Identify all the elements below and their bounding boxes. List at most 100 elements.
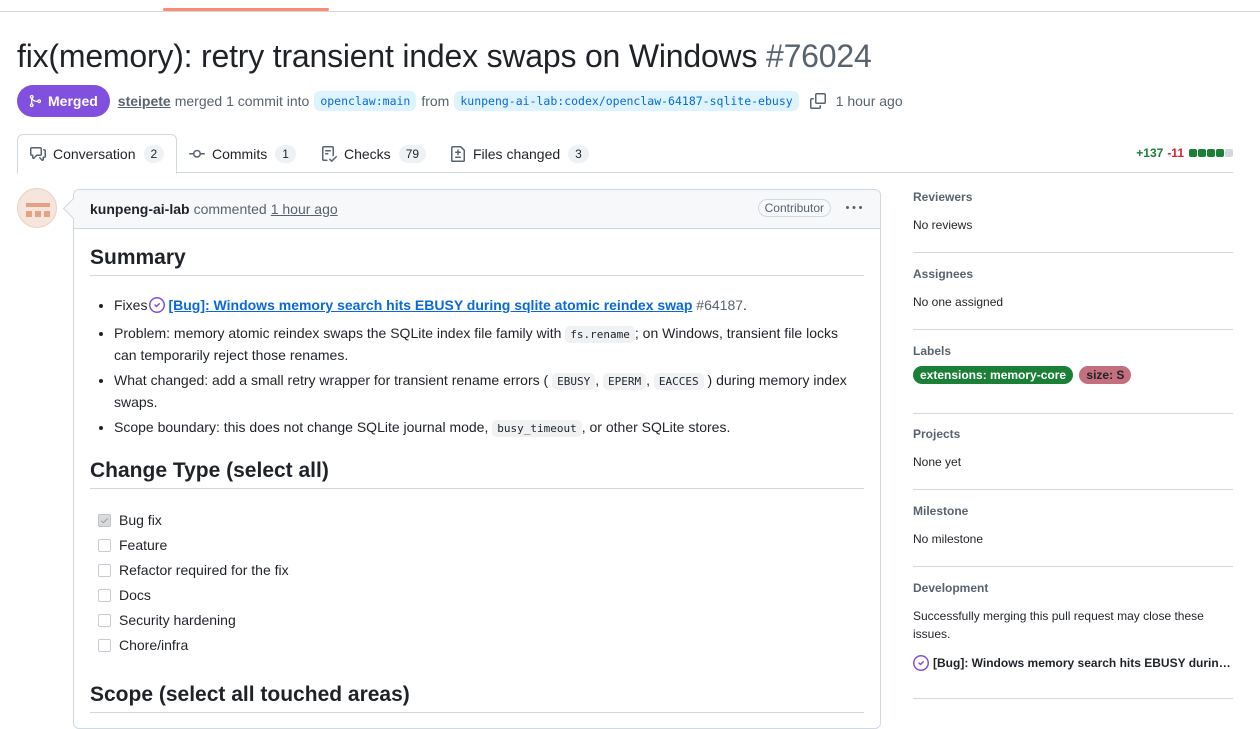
task-list-item: Docs [98, 583, 698, 608]
linked-issue-link[interactable]: [Bug]: Windows memory search hits EBUSY … [168, 297, 692, 313]
copy-icon[interactable] [809, 93, 826, 109]
comment-discussion-icon [30, 147, 46, 161]
comma: , [646, 372, 650, 388]
diffstat[interactable]: +137 -11 [1136, 146, 1233, 160]
label-size-s[interactable]: size: S [1079, 366, 1132, 384]
changed-text: What changed: add a small retry wrapper … [114, 372, 549, 388]
tab-commits[interactable]: Commits 1 [189, 134, 296, 173]
kebab-horizontal-icon[interactable] [846, 200, 862, 219]
labels-heading[interactable]: Labels [913, 344, 1233, 358]
diffstat-block [1216, 149, 1224, 157]
comment-author-link[interactable]: kunpeng-ai-lab [90, 201, 190, 217]
checklist-icon [322, 145, 337, 162]
checkbox[interactable] [98, 564, 111, 577]
identicon [26, 203, 50, 217]
projects-heading[interactable]: Projects [913, 427, 1233, 441]
summary-list: Fixes [Bug]: Windows memory search hits E… [90, 295, 864, 443]
merged-state-badge: Merged [17, 85, 110, 117]
checkbox[interactable] [98, 614, 111, 627]
pr-tabs: Conversation 2 Commits 1 Checks 79 Files… [17, 134, 1233, 174]
sidebar-projects: Projects None yet [913, 427, 1233, 490]
checkbox[interactable] [98, 539, 111, 552]
scope-text: Scope boundary: this does not change SQL… [114, 419, 489, 435]
contributor-badge: Contributor [757, 199, 831, 217]
merge-time: 1 hour ago [835, 93, 903, 109]
tab-conversation[interactable]: Conversation 2 [17, 134, 178, 174]
projects-value: None yet [913, 455, 962, 469]
additions-count: +137 [1136, 146, 1164, 160]
problem-text: Problem: memory atomic reindex swaps the… [114, 325, 562, 341]
sidebar-labels: Labels extensions: memory-core size: S [913, 344, 1233, 414]
base-branch[interactable]: openclaw:main [314, 91, 417, 111]
merge-icon [29, 94, 42, 108]
fixes-prefix: Fixes [114, 297, 148, 313]
merged-state-label: Merged [48, 93, 98, 109]
reviewers-heading[interactable]: Reviewers [913, 190, 1233, 204]
sidebar-reviewers: Reviewers No reviews [913, 190, 1233, 253]
scope-text: , or other SQLite stores. [581, 419, 731, 435]
tab-checks[interactable]: Checks 79 [321, 134, 427, 173]
milestone-value: No milestone [913, 532, 984, 546]
sidebar-assignees: Assignees No one assigned [913, 267, 1233, 330]
inline-code: EBUSY [552, 373, 596, 390]
merger-link[interactable]: steipete [118, 93, 171, 109]
assignees-value: No one assigned [913, 295, 1004, 309]
head-branch[interactable]: kunpeng-ai-lab:codex/openclaw-64187-sqli… [454, 91, 799, 111]
sidebar-milestone: Milestone No milestone [913, 504, 1233, 567]
checkbox[interactable] [98, 589, 111, 602]
development-issue-link[interactable]: [Bug]: Windows memory search hits EBUSY … [913, 655, 1233, 671]
development-heading[interactable]: Development [913, 581, 1233, 595]
tab-label: Conversation [53, 146, 136, 162]
list-item: Problem: memory atomic reindex swaps the… [114, 323, 864, 366]
task-list-item: Security hardening [98, 608, 698, 633]
assignees-heading[interactable]: Assignees [913, 267, 1233, 281]
sidebar-development: Development Successfully merging this pu… [913, 581, 1233, 699]
checkbox[interactable] [98, 639, 111, 652]
issue-ref: #64187 [696, 297, 744, 313]
milestone-heading[interactable]: Milestone [913, 504, 1233, 518]
diffstat-block [1189, 149, 1197, 157]
commit-icon [189, 149, 205, 158]
tab-label: Checks [344, 145, 391, 162]
tab-counter: 79 [398, 144, 427, 163]
label-memory-core[interactable]: extensions: memory-core [913, 366, 1074, 384]
reviewers-value: No reviews [913, 218, 973, 232]
tab-counter: 3 [568, 144, 589, 163]
scope-heading: Scope (select all touched areas) [90, 684, 864, 713]
from-text: from [421, 93, 450, 109]
active-nav-underline [163, 8, 329, 11]
inline-code: EPERM [602, 373, 647, 390]
development-issue-title: [Bug]: Windows memory search hits EBUSY … [933, 656, 1233, 670]
issue-suffix: . [743, 297, 747, 313]
inline-code: EACCES [653, 373, 704, 390]
tab-counter: 1 [275, 144, 296, 163]
tab-counter: 2 [143, 145, 165, 163]
checkbox-checked[interactable] [98, 514, 111, 527]
comma: , [595, 372, 600, 388]
inline-code: busy_timeout [492, 420, 582, 437]
issue-closed-icon [913, 655, 929, 671]
pr-number: #76024 [765, 38, 872, 74]
task-label: Docs [119, 587, 151, 603]
task-label: Security hardening [119, 612, 236, 628]
task-label: Feature [119, 537, 168, 553]
top-nav-bar [0, 0, 1260, 12]
task-label: Bug fix [119, 512, 162, 528]
avatar[interactable] [17, 188, 57, 228]
task-list-item: Feature [98, 533, 698, 558]
issue-closed-icon [149, 297, 166, 319]
task-label: Chore/infra [119, 637, 189, 653]
list-item: Scope boundary: this does not change SQL… [114, 417, 864, 439]
diffstat-block [1198, 149, 1206, 157]
merge-text: merged 1 commit into [174, 93, 310, 109]
tab-files-changed[interactable]: Files changed 3 [450, 134, 589, 173]
page-title: fix(memory): retry transient index swaps… [17, 38, 872, 75]
task-list-item: Refactor required for the fix [98, 558, 698, 583]
change-type-checklist: Bug fix Feature Refactor required for th… [98, 508, 698, 658]
pr-meta: Merged steipete merged 1 commit into ope… [17, 85, 903, 117]
deletions-count: -11 [1167, 146, 1184, 160]
task-label: Refactor required for the fix [119, 562, 289, 578]
diffstat-block [1225, 149, 1233, 157]
summary-heading: Summary [90, 247, 864, 276]
comment-time-link[interactable]: 1 hour ago [271, 201, 338, 217]
